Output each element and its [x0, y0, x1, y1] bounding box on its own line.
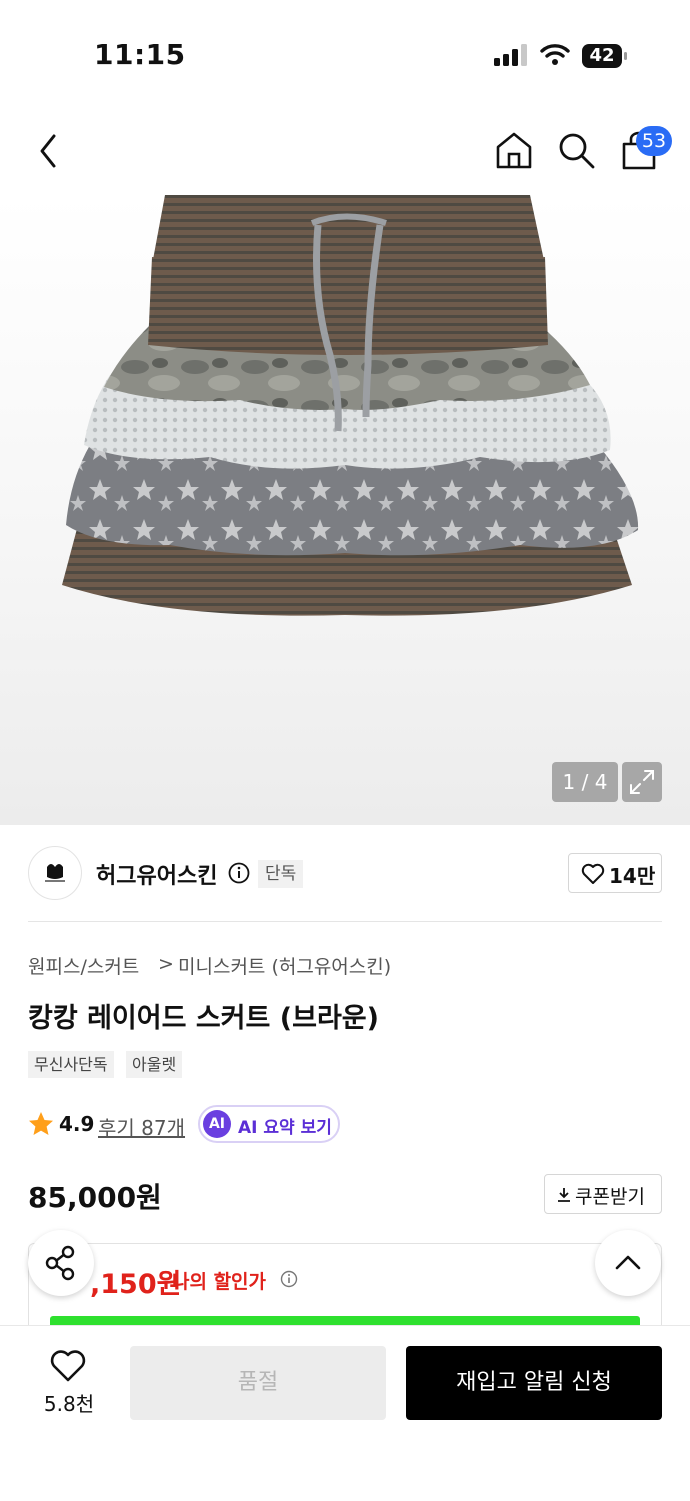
share-button[interactable] — [28, 1230, 94, 1296]
expand-button[interactable] — [622, 762, 662, 802]
coupon-label: 쿠폰받기 — [575, 1186, 645, 1208]
product-image-gallery[interactable] — [0, 195, 690, 825]
wifi-icon — [540, 44, 570, 65]
restock-alert-button[interactable]: 재입고 알림 신청 — [406, 1346, 662, 1420]
discount-price: ,150원 — [90, 1269, 182, 1300]
tag-outlet: 아울렛 — [126, 1051, 183, 1078]
coupon-download-button[interactable]: 쿠폰받기 — [544, 1174, 662, 1214]
divider — [28, 921, 662, 922]
image-counter: 1 / 4 — [552, 762, 618, 802]
product-image — [62, 195, 639, 616]
ai-summary-button[interactable]: AI AI 요약 보기 — [198, 1105, 340, 1143]
brand-name[interactable]: 허그유어스킨 — [96, 858, 217, 890]
review-count-link[interactable]: 후기 87개 — [98, 1112, 185, 1141]
battery-icon: 42 — [582, 44, 628, 68]
battery-level: 42 — [589, 45, 615, 66]
status-time: 11:15 — [94, 38, 186, 71]
expand-icon — [630, 770, 654, 794]
breadcrumb-separator: > — [158, 953, 174, 975]
cart-count-badge: 53 — [636, 126, 672, 156]
chevron-up-icon — [615, 1255, 641, 1270]
cellular-signal-icon — [494, 44, 527, 66]
breadcrumb-category[interactable]: 원피스/스커트 — [28, 952, 139, 979]
back-arrow-icon[interactable] — [30, 128, 70, 174]
tag-musinsa-exclusive: 무신사단독 — [28, 1051, 114, 1078]
ai-badge-icon: AI — [203, 1110, 231, 1138]
product-title: 캉캉 레이어드 스커트 (브라운) — [28, 1003, 379, 1034]
rating-score: 4.9 — [59, 1112, 95, 1136]
discount-label: 나의 할인가 — [172, 1271, 267, 1293]
brand-logo[interactable] — [28, 846, 82, 900]
scroll-top-button[interactable] — [595, 1230, 661, 1296]
wishlist-count: 5.8천 — [43, 1392, 95, 1416]
discount-info-icon[interactable] — [280, 1270, 298, 1288]
download-icon — [558, 1188, 570, 1202]
brand-like-count: 14만 — [609, 864, 656, 888]
brand-logo-image — [45, 864, 65, 882]
exclusive-badge: 단독 — [258, 860, 304, 888]
product-price: 85,000원 — [28, 1181, 162, 1214]
heart-icon — [581, 863, 605, 884]
star-icon — [29, 1112, 53, 1135]
search-icon[interactable] — [556, 130, 596, 170]
wishlist-heart-icon[interactable] — [50, 1349, 86, 1383]
share-icon — [45, 1245, 75, 1281]
breadcrumb-subcategory[interactable]: 미니스커트 (허그유어스킨) — [178, 952, 391, 979]
home-icon[interactable] — [494, 130, 534, 170]
brand-like-button[interactable]: 14만 — [568, 853, 662, 893]
info-icon[interactable] — [228, 862, 250, 884]
ai-summary-label: AI 요약 보기 — [238, 1118, 332, 1138]
soldout-button: 품절 — [130, 1346, 386, 1420]
